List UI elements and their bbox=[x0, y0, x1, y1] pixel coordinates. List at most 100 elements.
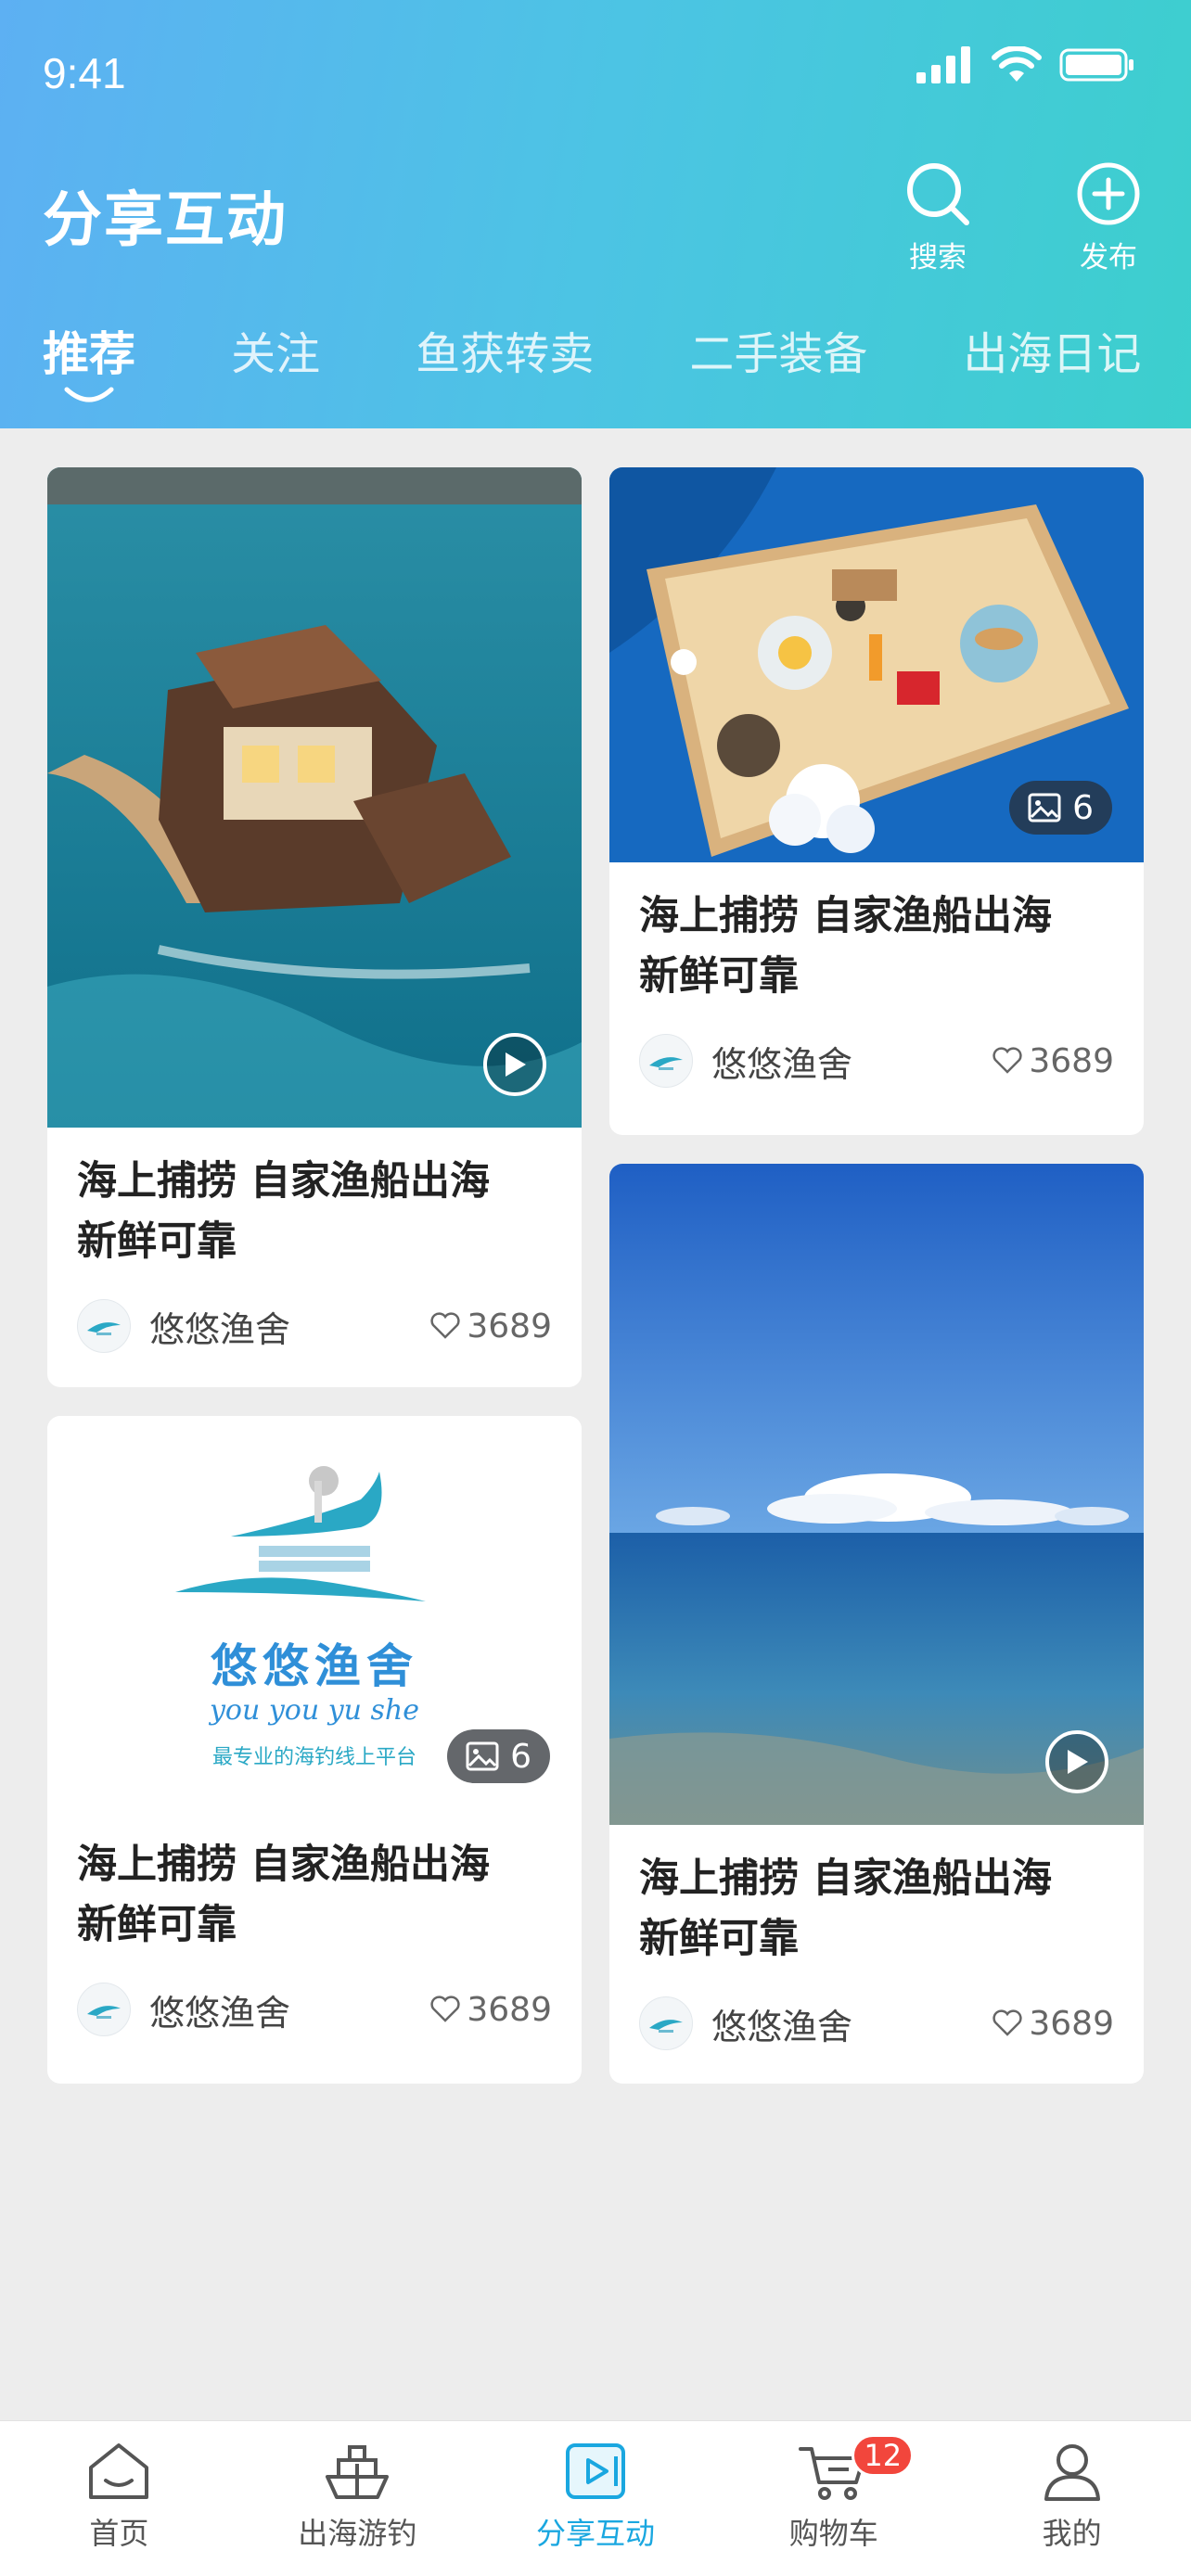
play-icon bbox=[506, 1052, 526, 1077]
post-title-line: 海上捕捞 自家渔船出海 bbox=[77, 1158, 490, 1205]
like-count: 3689 bbox=[1029, 1041, 1114, 1080]
publish-button[interactable]: 发布 bbox=[1057, 159, 1159, 275]
tab-used-gear[interactable]: 二手装备 bbox=[689, 317, 867, 382]
header: 9:41 分享互动 搜索 发布 推荐 关注 鱼获转卖 二手装备 出海日记 bbox=[0, 0, 1191, 428]
author-name[interactable]: 悠悠渔舍 bbox=[711, 1036, 992, 1087]
brand-logo-name: 悠悠渔舍 bbox=[211, 1639, 418, 1693]
avatar[interactable] bbox=[77, 1983, 131, 2036]
like-button[interactable]: 3689 bbox=[992, 2005, 1114, 2043]
search-icon bbox=[907, 163, 969, 225]
post-title: 海上捕捞 自家渔船出海 新鲜可靠 bbox=[77, 1152, 552, 1272]
nav-label: 购物车 bbox=[788, 2516, 878, 2551]
post-title-line: 海上捕捞 自家渔船出海 bbox=[639, 893, 1052, 939]
user-icon bbox=[1044, 2444, 1100, 2501]
category-tabs: 推荐 关注 鱼获转卖 二手装备 出海日记 bbox=[43, 317, 1191, 428]
tab-label: 二手装备 bbox=[689, 328, 868, 380]
tab-label: 推荐 bbox=[43, 327, 135, 381]
bottom-nav: 首页 出海游钓 分享互动 12 购物车 我的 bbox=[0, 2420, 1191, 2576]
status-icons bbox=[916, 46, 1135, 83]
publish-label: 发布 bbox=[1080, 241, 1137, 274]
tab-label: 出海日记 bbox=[963, 328, 1142, 380]
heart-icon bbox=[430, 1996, 461, 2022]
like-button[interactable]: 3689 bbox=[429, 1307, 552, 1345]
photo-count: 6 bbox=[510, 1737, 531, 1776]
boat-icon bbox=[326, 2445, 390, 2499]
tab-label: 关注 bbox=[231, 328, 321, 380]
heart-icon bbox=[430, 1312, 461, 1339]
post-title-line: 新鲜可靠 bbox=[639, 1916, 799, 1962]
post-title: 海上捕捞 自家渔船出海 新鲜可靠 bbox=[639, 886, 1114, 1007]
nav-label: 首页 bbox=[89, 2516, 149, 2551]
tab-label: 鱼获转卖 bbox=[416, 328, 595, 380]
post-card[interactable]: 6 海上捕捞 自家渔船出海 新鲜可靠 悠悠渔舍 3689 bbox=[609, 467, 1144, 1135]
seascape-image bbox=[609, 1164, 1144, 1825]
logo-icon bbox=[649, 1057, 683, 1070]
post-title-line: 新鲜可靠 bbox=[77, 1218, 237, 1265]
heart-icon bbox=[992, 2009, 1023, 2036]
author-name[interactable]: 悠悠渔舍 bbox=[149, 1301, 429, 1352]
post-title-line: 新鲜可靠 bbox=[639, 953, 799, 1000]
avatar[interactable] bbox=[639, 1996, 693, 2050]
post-card[interactable]: 海上捕捞 自家渔船出海 新鲜可靠 悠悠渔舍 3689 bbox=[47, 467, 582, 1387]
nav-profile[interactable]: 我的 bbox=[953, 2421, 1191, 2576]
like-count: 3689 bbox=[467, 1307, 552, 1345]
share-play-icon bbox=[565, 2443, 625, 2499]
like-button[interactable]: 3689 bbox=[429, 1991, 552, 2029]
nav-sea-fishing[interactable]: 出海游钓 bbox=[238, 2421, 477, 2576]
post-title-line: 海上捕捞 自家渔船出海 bbox=[639, 1855, 1052, 1902]
home-icon bbox=[89, 2443, 149, 2499]
water-villa-image bbox=[47, 467, 582, 1128]
avatar[interactable] bbox=[639, 1034, 693, 1088]
post-card[interactable]: 海上捕捞 自家渔船出海 新鲜可靠 悠悠渔舍 3689 bbox=[609, 1164, 1144, 2084]
nav-label: 出海游钓 bbox=[298, 2516, 417, 2551]
image-icon bbox=[1028, 793, 1061, 823]
battery-icon bbox=[1059, 48, 1133, 82]
post-image: 6 bbox=[609, 467, 1144, 862]
photo-count: 6 bbox=[1072, 788, 1094, 827]
add-circle-icon bbox=[1077, 162, 1140, 225]
post-title-line: 新鲜可靠 bbox=[77, 1902, 237, 1948]
signal-icon bbox=[916, 46, 970, 83]
post-title-line: 海上捕捞 自家渔船出海 bbox=[77, 1842, 490, 1888]
author-name[interactable]: 悠悠渔舍 bbox=[149, 1984, 429, 2035]
like-button[interactable]: 3689 bbox=[992, 1042, 1114, 1080]
search-label: 搜索 bbox=[909, 241, 967, 274]
image-icon bbox=[466, 1741, 499, 1771]
play-button[interactable] bbox=[1045, 1730, 1108, 1793]
play-icon bbox=[1068, 1750, 1088, 1774]
heart-icon bbox=[992, 1047, 1023, 1074]
logo-icon bbox=[649, 2020, 683, 2033]
search-button[interactable]: 搜索 bbox=[887, 159, 989, 275]
tab-sea-diary[interactable]: 出海日记 bbox=[963, 317, 1141, 382]
tab-recommend[interactable]: 推荐 bbox=[43, 317, 135, 402]
cart-count-badge: 12 bbox=[852, 2434, 915, 2477]
like-count: 3689 bbox=[1029, 2004, 1114, 2043]
tab-catch-resale[interactable]: 鱼获转卖 bbox=[416, 317, 594, 382]
page-title: 分享互动 bbox=[43, 186, 288, 255]
nav-home[interactable]: 首页 bbox=[0, 2421, 238, 2576]
nav-share[interactable]: 分享互动 bbox=[477, 2421, 715, 2576]
post-title: 海上捕捞 自家渔船出海 新鲜可靠 bbox=[639, 1849, 1114, 1970]
nav-label: 我的 bbox=[1042, 2516, 1102, 2551]
photo-count-badge: 6 bbox=[1009, 781, 1112, 835]
avatar[interactable] bbox=[77, 1299, 131, 1353]
post-card[interactable]: 悠悠渔舍 you you yu she 最专业的海钓线上平台 6 海上捕捞 自家… bbox=[47, 1416, 582, 2084]
post-image: 悠悠渔舍 you you yu she 最专业的海钓线上平台 6 bbox=[47, 1416, 582, 1811]
post-image bbox=[47, 467, 582, 1128]
brand-logo-pinyin: you you yu she bbox=[209, 1694, 419, 1727]
tab-follow[interactable]: 关注 bbox=[231, 317, 320, 382]
nav-cart[interactable]: 12 购物车 bbox=[714, 2421, 953, 2576]
post-image bbox=[609, 1164, 1144, 1825]
logo-icon bbox=[87, 2006, 121, 2019]
like-count: 3689 bbox=[467, 1990, 552, 2029]
photo-count-badge: 6 bbox=[447, 1729, 550, 1783]
nav-label: 分享互动 bbox=[535, 2516, 655, 2551]
post-title: 海上捕捞 自家渔船出海 新鲜可靠 bbox=[77, 1835, 552, 1956]
status-time: 9:41 bbox=[43, 49, 126, 97]
brand-logo-mark bbox=[175, 1466, 426, 1601]
active-tab-indicator bbox=[64, 387, 114, 402]
play-button[interactable] bbox=[483, 1033, 546, 1096]
wifi-icon bbox=[992, 46, 1042, 82]
logo-icon bbox=[87, 1322, 121, 1335]
author-name[interactable]: 悠悠渔舍 bbox=[711, 1998, 992, 2049]
